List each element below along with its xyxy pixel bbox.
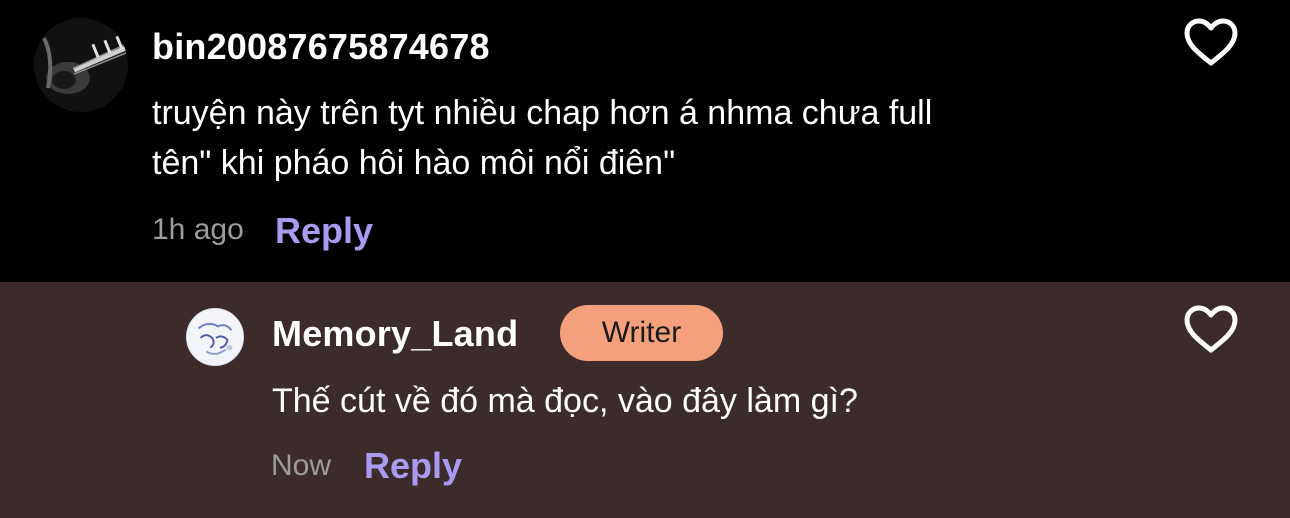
heart-outline-icon xyxy=(1184,18,1238,66)
reply-text: Thế cút về đó mà đọc, vào đây làm gì? xyxy=(272,382,858,420)
comment-text-line: tên" khi pháo hôi hào môi nổi điên" xyxy=(152,144,676,182)
reply-username[interactable]: Memory_Land xyxy=(272,313,518,355)
heart-outline-icon xyxy=(1184,305,1238,353)
reply-timestamp: Now xyxy=(271,449,332,482)
comment-username[interactable]: bin20087675874678 xyxy=(152,26,490,68)
avatar[interactable] xyxy=(186,308,244,366)
guitar-avatar-icon xyxy=(34,18,128,112)
anime-avatar-icon xyxy=(187,309,243,365)
comment-text-line: truyện này trên tyt nhiều chap hơn á nhm… xyxy=(152,94,933,132)
reply-button[interactable]: Reply xyxy=(275,210,373,252)
reply-button[interactable]: Reply xyxy=(364,445,462,487)
comment-text: truyện này trên tyt nhiều chap hơn á nhm… xyxy=(152,88,932,188)
comment-timestamp: 1h ago xyxy=(152,213,244,246)
comment-item: bin20087675874678 truyện này trên tyt nh… xyxy=(0,0,1290,282)
like-button[interactable] xyxy=(1183,304,1239,354)
like-button[interactable] xyxy=(1183,17,1239,67)
writer-badge: Writer xyxy=(560,305,723,361)
avatar[interactable] xyxy=(34,18,128,112)
